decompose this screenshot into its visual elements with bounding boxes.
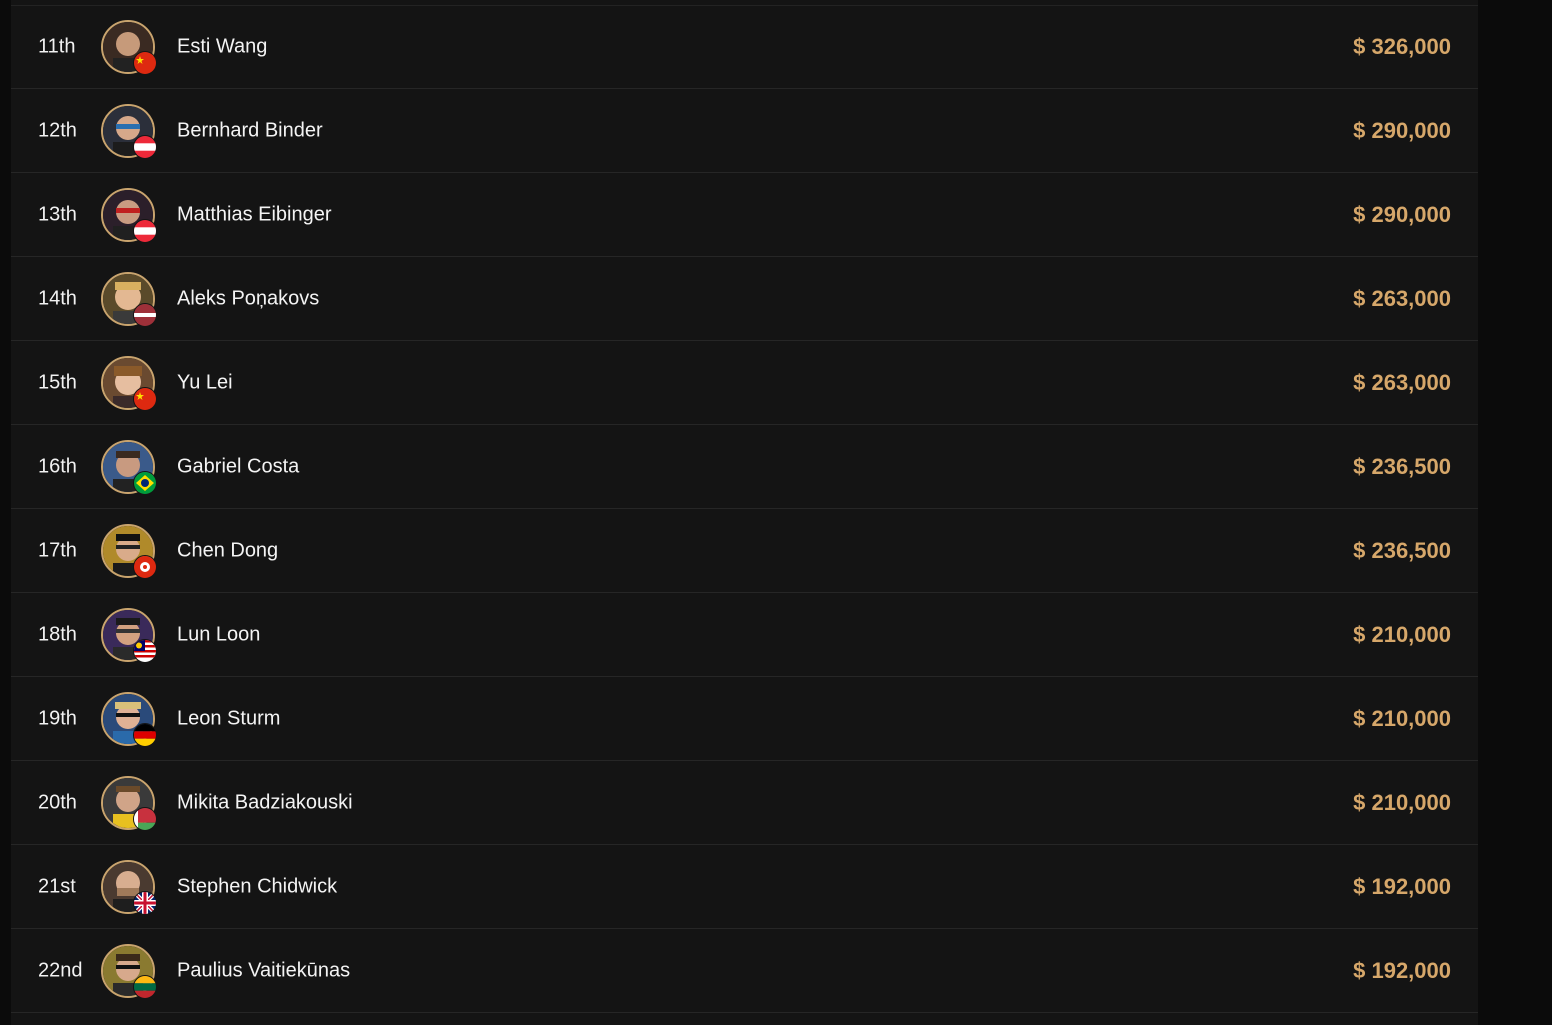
player-name[interactable]: Yu Lei [177, 372, 233, 395]
prize-amount: $ 290,000 [1353, 118, 1451, 143]
player-avatar[interactable] [101, 20, 157, 75]
prize-amount: $ 326,000 [1353, 34, 1451, 59]
latvia-flag-icon [133, 303, 157, 327]
player-avatar[interactable] [101, 356, 157, 411]
player-avatar[interactable] [101, 524, 157, 579]
rank-label: 12th [38, 119, 77, 142]
prize-amount: $ 263,000 [1353, 370, 1451, 395]
prize-amount: $ 236,500 [1353, 538, 1451, 563]
player-avatar[interactable] [101, 944, 157, 999]
hong-kong-flag-icon [133, 555, 157, 579]
rank-label: 21st [38, 875, 76, 898]
player-name[interactable]: Lun Loon [177, 624, 260, 647]
prize-amount: $ 210,000 [1353, 706, 1451, 731]
player-avatar[interactable] [101, 860, 157, 915]
player-name[interactable]: Paulius Vaitiekūnas [177, 960, 350, 983]
result-row[interactable]: 15th Yu Lei $ 263,000 [11, 342, 1478, 425]
player-name[interactable]: Gabriel Costa [177, 456, 299, 479]
germany-flag-icon [133, 723, 157, 747]
player-name[interactable]: Esti Wang [177, 36, 267, 59]
result-row[interactable]: 13th Matthias Eibinger $ 290,000 [11, 174, 1478, 257]
malaysia-flag-icon [133, 639, 157, 663]
result-row[interactable]: 20th Mikita Badziakouski $ 210,000 [11, 762, 1478, 845]
player-name[interactable]: Bernhard Binder [177, 120, 323, 143]
lithuania-flag-icon [133, 975, 157, 999]
prize-amount: $ 290,000 [1353, 202, 1451, 227]
rank-label: 18th [38, 623, 77, 646]
result-row[interactable]: 19th Leon Sturm $ 210,000 [11, 678, 1478, 761]
brazil-flag-icon [133, 471, 157, 495]
player-avatar[interactable] [101, 776, 157, 831]
austria-flag-icon [133, 219, 157, 243]
result-row[interactable]: 11th Esti Wang $ 326,000 [11, 6, 1478, 89]
rank-label: 15th [38, 371, 77, 394]
rank-label: 16th [38, 455, 77, 478]
prize-amount: $ 192,000 [1353, 958, 1451, 983]
rank-label: 14th [38, 287, 77, 310]
rank-label: 13th [38, 203, 77, 226]
uk-flag-icon [133, 891, 157, 915]
prize-amount: $ 192,000 [1353, 874, 1451, 899]
result-row[interactable]: 21st Stephen Chidwick $ 192,000 [11, 846, 1478, 929]
player-avatar[interactable] [101, 608, 157, 663]
payout-results-panel: 11th Esti Wang $ 326,000 12th Bernhard B… [11, 0, 1478, 1025]
player-avatar[interactable] [101, 104, 157, 159]
china-flag-icon [133, 387, 157, 411]
rank-label: 11th [38, 35, 76, 58]
player-avatar[interactable] [101, 188, 157, 243]
result-row[interactable]: 16th Gabriel Costa $ 236,500 [11, 426, 1478, 509]
result-row[interactable]: 12th Bernhard Binder $ 290,000 [11, 90, 1478, 173]
player-name[interactable]: Mikita Badziakouski [177, 792, 353, 815]
austria-flag-icon [133, 135, 157, 159]
player-avatar[interactable] [101, 692, 157, 747]
rank-label: 22nd [38, 959, 83, 982]
rank-label: 17th [38, 539, 77, 562]
china-flag-icon [133, 51, 157, 75]
prize-amount: $ 236,500 [1353, 454, 1451, 479]
player-avatar[interactable] [101, 440, 157, 495]
rank-label: 20th [38, 791, 77, 814]
player-avatar[interactable] [101, 272, 157, 327]
prize-amount: $ 210,000 [1353, 622, 1451, 647]
rank-label: 19th [38, 707, 77, 730]
player-name[interactable]: Chen Dong [177, 540, 278, 563]
result-row[interactable]: 17th Chen Dong $ 236,500 [11, 510, 1478, 593]
prize-amount: $ 210,000 [1353, 790, 1451, 815]
belarus-flag-icon [133, 807, 157, 831]
player-name[interactable]: Aleks Poņakovs [177, 288, 319, 311]
player-name[interactable]: Leon Sturm [177, 708, 280, 731]
result-row[interactable]: 18th Lun Loon $ 210,000 [11, 594, 1478, 677]
player-name[interactable]: Stephen Chidwick [177, 876, 337, 899]
result-row[interactable]: 22nd Paulius Vaitiekūnas $ 192,000 [11, 930, 1478, 1013]
prize-amount: $ 263,000 [1353, 286, 1451, 311]
player-name[interactable]: Matthias Eibinger [177, 204, 332, 227]
result-row[interactable]: 14th Aleks Poņakovs $ 263,000 [11, 258, 1478, 341]
